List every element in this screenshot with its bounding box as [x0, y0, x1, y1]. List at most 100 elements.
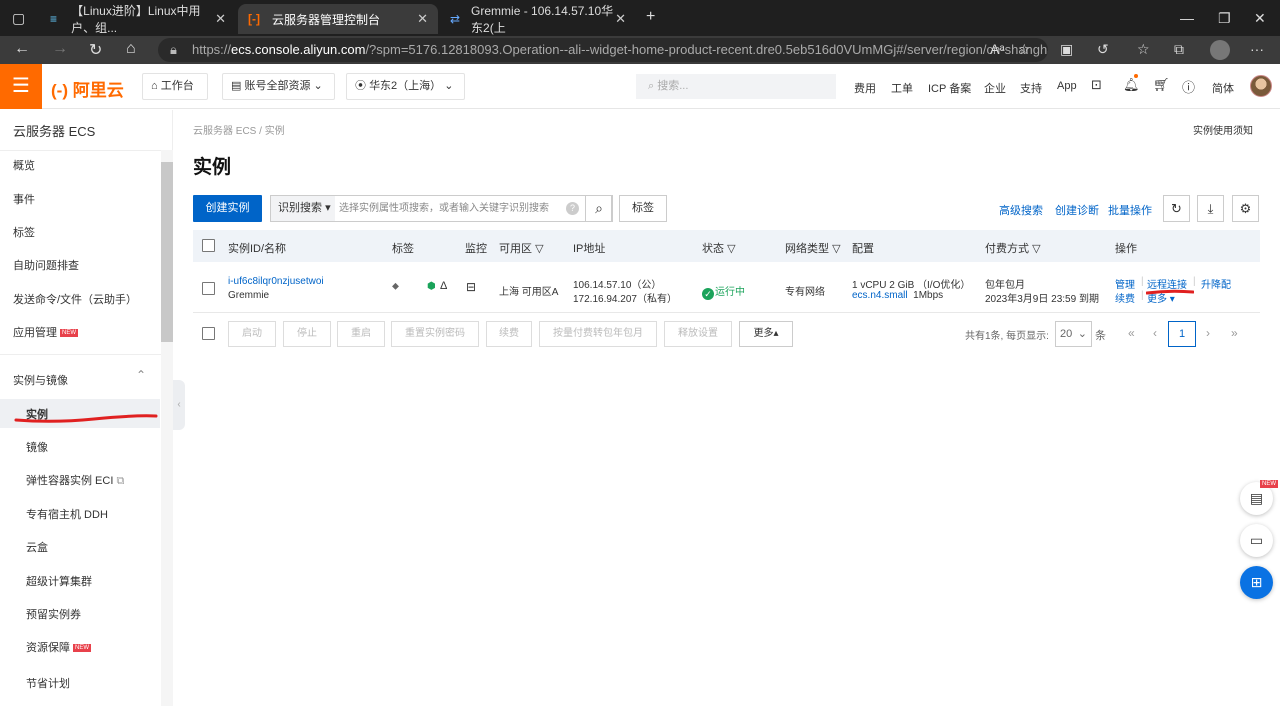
profile-icon[interactable]: [1210, 40, 1230, 60]
sidebar-group-instances-images[interactable]: 实例与镜像: [13, 372, 68, 388]
region-dropdown[interactable]: ⦿ 华东2（上海） ⌄: [346, 73, 465, 100]
renew-link[interactable]: 续费: [1115, 290, 1135, 305]
sidebar-item-images[interactable]: 镜像: [26, 439, 48, 455]
apps-icon[interactable]: ⊞: [1240, 566, 1273, 599]
nav-link-app[interactable]: App: [1057, 80, 1077, 92]
security-shield-icon[interactable]: ⬢: [427, 281, 436, 292]
search-button[interactable]: ⌕: [585, 195, 613, 222]
tag-icon[interactable]: ⬥: [392, 281, 399, 292]
monitor-icon[interactable]: ⊟: [466, 280, 476, 294]
select-all-checkbox[interactable]: [202, 239, 215, 252]
sidebar-item-savings-plan[interactable]: 节省计划: [26, 675, 70, 691]
release-settings-button[interactable]: 释放设置: [664, 321, 732, 347]
url-field[interactable]: 🔒︎ https://ecs.console.aliyun.com/?spm=5…: [158, 38, 1048, 62]
sidebar-item-overview[interactable]: 概览: [13, 157, 35, 173]
refresh-button[interactable]: ↻: [1163, 195, 1190, 222]
advanced-search-link[interactable]: 高级搜索: [999, 202, 1043, 218]
sidebar-item-app-management[interactable]: 应用管理 NEW: [13, 324, 78, 340]
help-icon[interactable]: ⓘ: [1182, 77, 1195, 96]
reload-icon[interactable]: ↻: [89, 40, 102, 60]
restore-icon[interactable]: ❐: [1218, 10, 1231, 27]
sidebar-item-resource-assurance[interactable]: 资源保障 NEW: [26, 639, 91, 655]
sidebar-item-cloud-assistant[interactable]: 发送命令/文件（云助手）: [13, 291, 137, 307]
chat-icon[interactable]: ▭: [1240, 524, 1273, 557]
nav-link-icp[interactable]: ICP 备案: [928, 80, 971, 96]
avatar[interactable]: [1250, 75, 1272, 97]
nav-link-enterprise[interactable]: 企业: [984, 80, 1006, 96]
chevron-up-icon[interactable]: ⌃: [136, 368, 146, 382]
back-icon[interactable]: ←: [14, 40, 30, 58]
prev-page-icon[interactable]: ‹: [1153, 326, 1157, 340]
nav-link-support[interactable]: 支持: [1020, 80, 1042, 96]
extension-icon[interactable]: ▣: [1060, 41, 1073, 58]
last-page-icon[interactable]: »: [1231, 326, 1238, 340]
home-icon[interactable]: ⌂: [126, 40, 136, 58]
start-button[interactable]: 启动: [228, 321, 276, 347]
favorite-add-icon[interactable]: ☆: [1018, 41, 1031, 58]
create-diagnosis-link[interactable]: 创建诊断: [1055, 202, 1099, 218]
bell-icon[interactable]: 🔔︎: [1123, 77, 1140, 93]
instance-search-input[interactable]: 选择实例属性项搜索，或者输入关键字识别搜索: [339, 196, 549, 221]
cart-icon[interactable]: 🛒︎: [1153, 77, 1170, 93]
sidebar-item-eci[interactable]: 弹性容器实例 ECI ⧉: [26, 472, 124, 488]
sidebar-item-reserved-instances[interactable]: 预留实例券: [26, 606, 81, 622]
sidebar-collapse-handle[interactable]: ‹: [173, 380, 185, 430]
tab-actions-icon[interactable]: ▢: [12, 10, 25, 27]
page-number-current[interactable]: 1: [1168, 321, 1196, 347]
terminal-icon[interactable]: ⊡: [1091, 77, 1102, 93]
instance-type-link[interactable]: ecs.n4.small: [852, 290, 908, 301]
batch-operations-link[interactable]: 批量操作: [1108, 202, 1152, 218]
minimize-icon[interactable]: —: [1180, 10, 1194, 26]
resize-link[interactable]: 升降配: [1201, 276, 1231, 291]
settings-button[interactable]: ⚙: [1232, 195, 1259, 222]
close-icon[interactable]: ✕: [615, 11, 626, 27]
sidebar-item-ddh[interactable]: 专有宿主机 DDH: [26, 506, 108, 522]
next-page-icon[interactable]: ›: [1206, 326, 1210, 340]
tag-button[interactable]: 标签: [619, 195, 667, 222]
tab-gremmie[interactable]: ⇄ Gremmie - 106.14.57.10华东2(上 ✕: [440, 4, 636, 35]
nav-link-ticket[interactable]: 工单: [891, 80, 913, 96]
more-icon[interactable]: ···: [1250, 41, 1264, 57]
read-aloud-icon[interactable]: Aᵃ: [990, 41, 1005, 57]
renew-button[interactable]: 续费: [486, 321, 532, 347]
search-type-select[interactable]: 识别搜索 ▾: [271, 196, 335, 221]
window-close-icon[interactable]: ✕: [1254, 10, 1266, 27]
workbench-button[interactable]: ⌂ 工作台: [142, 73, 208, 100]
instance-id-link[interactable]: i-uf6c8ilqr0nzjusetwoi: [228, 276, 324, 287]
breadcrumb-root[interactable]: 云服务器 ECS: [193, 126, 256, 137]
forward-icon[interactable]: →: [52, 40, 68, 58]
stop-button[interactable]: 停止: [283, 321, 331, 347]
close-icon[interactable]: ✕: [417, 11, 428, 27]
help-icon[interactable]: ?: [566, 202, 579, 215]
tab-linux[interactable]: ≡ 【Linux进阶】Linux中用户、组... ✕: [40, 4, 236, 35]
export-button[interactable]: ⤓: [1197, 195, 1224, 222]
reset-password-button[interactable]: 重置实例密码: [391, 321, 479, 347]
aliyun-logo[interactable]: (-) 阿里云: [51, 76, 124, 101]
language-switch[interactable]: 简体: [1212, 80, 1234, 96]
convert-billing-button[interactable]: 按量付费转包年包月: [539, 321, 657, 347]
close-icon[interactable]: ✕: [215, 11, 226, 27]
account-resources-dropdown[interactable]: ▤ 账号全部资源 ⌄: [222, 73, 335, 100]
global-search-input[interactable]: ⌕ 搜索...: [636, 74, 836, 99]
favorites-icon[interactable]: ☆: [1137, 41, 1150, 58]
restart-button[interactable]: 重启: [337, 321, 385, 347]
column-header-zone[interactable]: 可用区 ▽: [499, 240, 544, 256]
column-header-status[interactable]: 状态 ▽: [702, 240, 736, 256]
more-button[interactable]: 更多▴: [739, 321, 793, 347]
first-page-icon[interactable]: «: [1128, 326, 1135, 340]
sidebar-item-scc[interactable]: 超级计算集群: [26, 573, 92, 589]
sidebar-scrollbar-thumb[interactable]: [161, 162, 173, 342]
select-all-bottom-checkbox[interactable]: [202, 327, 215, 340]
refresh-ext-icon[interactable]: ↺: [1097, 41, 1109, 58]
row-checkbox[interactable]: [202, 282, 215, 295]
sidebar-item-tags[interactable]: 标签: [13, 224, 35, 240]
collections-icon[interactable]: ⧉: [1174, 41, 1184, 58]
nav-link-billing[interactable]: 费用: [854, 80, 876, 96]
sidebar-item-troubleshoot[interactable]: 自助问题排查: [13, 257, 79, 273]
column-header-billing[interactable]: 付费方式 ▽: [985, 240, 1041, 256]
instance-usage-notice-link[interactable]: 实例使用须知: [1193, 122, 1253, 137]
column-header-network[interactable]: 网络类型 ▽: [785, 240, 841, 256]
manage-link[interactable]: 管理: [1115, 276, 1135, 291]
menu-icon[interactable]: ☰: [0, 64, 42, 109]
new-tab-button[interactable]: +: [646, 8, 655, 26]
